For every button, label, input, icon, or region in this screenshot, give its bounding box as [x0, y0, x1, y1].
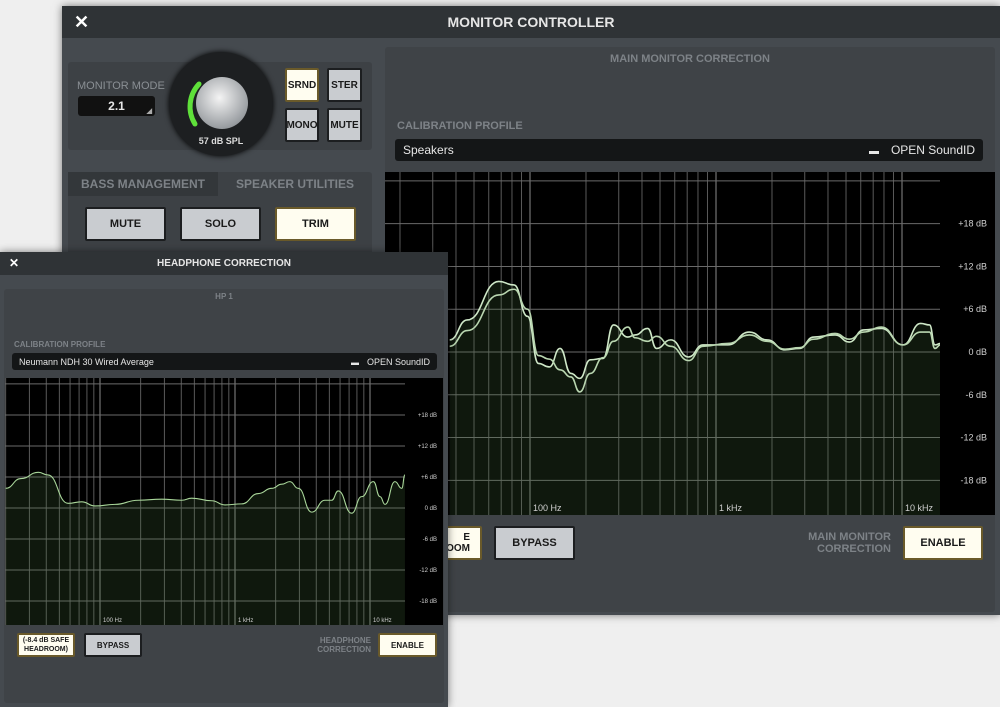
open-soundid-label: OPEN SoundID [367, 357, 430, 367]
headroom-line-1: E [463, 532, 470, 543]
headphone-headroom-button[interactable]: (-8.4 dB SAFE HEADROOM) [17, 633, 75, 657]
monitor-title-bar[interactable]: MONITOR CONTROLLER ✕ [62, 6, 1000, 38]
headphone-calibration-profile-select[interactable]: Neumann NDH 30 Wired Average ▬ OPEN Sound… [12, 353, 437, 370]
y-tick-label: +6 dB [963, 304, 987, 314]
main-cal-profile-label: CALIBRATION PROFILE [397, 120, 523, 132]
window-title: MONITOR CONTROLLER [448, 14, 615, 30]
srnd-button[interactable]: SRND [285, 68, 319, 102]
y-tick-label: -6 dB [423, 537, 437, 543]
x-tick-label: 1 kHz [238, 618, 253, 624]
y-tick-label: -18 dB [960, 475, 987, 485]
main-correction-enable-label: MAIN MONITOR CORRECTION [791, 531, 891, 555]
headphone-enable-button[interactable]: ENABLE [378, 633, 437, 657]
volume-knob[interactable]: 57 dB SPL [169, 52, 273, 156]
mono-button[interactable]: MONO [285, 108, 319, 142]
y-tick-label: +6 dB [421, 475, 437, 481]
solo-button[interactable]: SOLO [180, 207, 261, 241]
open-soundid-label: OPEN SoundID [891, 143, 975, 157]
y-tick-label: 0 dB [968, 347, 987, 357]
y-tick-label: -12 dB [419, 568, 437, 574]
close-icon[interactable]: ✕ [74, 6, 89, 38]
ster-button[interactable]: STER [327, 68, 362, 102]
corner-arrow-icon: ◢ [147, 107, 152, 115]
monitor-mode-select[interactable]: 2.1 ◢ [78, 96, 155, 116]
y-tick-label: +12 dB [418, 444, 437, 450]
y-tick-label: +18 dB [958, 219, 987, 229]
window-icon: ▬ [351, 358, 359, 367]
headphone-output-label: HP 1 [4, 292, 444, 301]
tab-bass-management[interactable]: BASS MANAGEMENT [68, 172, 218, 196]
headphone-correction-window: HEADPHONE CORRECTION ✕ HP 1 CALIBRATION … [0, 252, 448, 707]
headphone-profile-name: Neumann NDH 30 Wired Average [19, 357, 154, 367]
x-tick-label: 1 kHz [719, 503, 743, 513]
main-open-soundid[interactable]: ▬ OPEN SoundID [869, 143, 975, 157]
main-bypass-button[interactable]: BYPASS [494, 526, 575, 560]
monitor-mode-value: 2.1 [108, 99, 125, 113]
x-tick-label: 10 kHz [373, 618, 392, 624]
headphone-cal-profile-label: CALIBRATION PROFILE [14, 340, 105, 349]
y-tick-label: 0 dB [425, 506, 437, 512]
y-tick-label: +18 dB [418, 413, 437, 419]
knob-value: 57 dB SPL [169, 136, 273, 146]
headphone-window-title: HEADPHONE CORRECTION [157, 258, 291, 269]
headphone-correction-enable-label: HEADPHONE CORRECTION [301, 636, 371, 654]
monitor-mode-label: MONITOR MODE [77, 80, 165, 92]
main-frequency-response-chart: +18 dB +12 dB +6 dB 0 dB -6 dB -12 dB -18 dB 10… [385, 172, 995, 515]
close-icon[interactable]: ✕ [9, 252, 19, 275]
y-tick-label: -18 dB [419, 599, 437, 605]
window-icon: ▬ [869, 146, 879, 157]
mute-button[interactable]: MUTE [85, 207, 166, 241]
tab-speaker-utilities[interactable]: SPEAKER UTILITIES [218, 172, 372, 196]
trim-button[interactable]: TRIM [275, 207, 356, 241]
main-calibration-profile-select[interactable]: Speakers ▬ OPEN SoundID [395, 139, 983, 161]
knob-cap [196, 77, 248, 129]
mute-mode-button[interactable]: MUTE [327, 108, 362, 142]
x-tick-label: 100 Hz [103, 618, 122, 624]
headphone-frequency-response-chart: +18 dB +12 dB +6 dB 0 dB -6 dB -12 dB -18 dB 10… [5, 378, 443, 625]
y-tick-label: -6 dB [965, 390, 987, 400]
y-tick-label: +12 dB [958, 261, 987, 271]
main-enable-button[interactable]: ENABLE [903, 526, 983, 560]
headphone-bypass-button[interactable]: BYPASS [84, 633, 142, 657]
x-tick-label: 10 kHz [905, 503, 934, 513]
headphone-open-soundid[interactable]: ▬ OPEN SoundID [351, 357, 430, 367]
curve-fill [450, 281, 941, 515]
main-profile-name: Speakers [403, 143, 454, 157]
y-tick-label: -12 dB [960, 433, 987, 443]
x-tick-label: 100 Hz [533, 503, 562, 513]
main-correction-title: MAIN MONITOR CORRECTION [385, 53, 995, 65]
headphone-title-bar[interactable]: HEADPHONE CORRECTION ✕ [0, 252, 448, 275]
